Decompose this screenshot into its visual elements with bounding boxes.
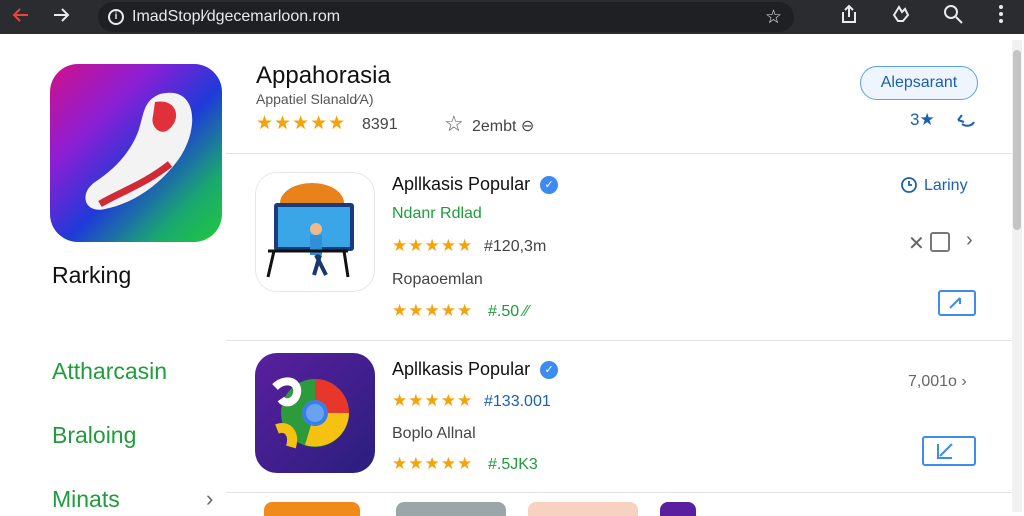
verified-icon: ✓ [540,361,559,379]
wishlist-star-icon[interactable]: ☆ [444,111,464,137]
resize-icon[interactable] [922,436,976,466]
card-stars-secondary: ★★★★★ [392,454,474,473]
info-icon[interactable]: i [108,9,124,25]
card-app-icon[interactable] [660,502,696,516]
sidebar-link-2[interactable]: Minats [52,486,120,513]
card-developer[interactable]: Ndanr Rdlad [392,205,482,223]
rating-badge: 3★ [910,110,935,129]
copy-icon[interactable] [930,232,950,252]
close-icon[interactable]: ✕ [908,231,925,256]
arrow-right-icon [54,8,70,22]
bookmark-star-icon[interactable]: ☆ [765,6,782,29]
divider [226,153,1012,154]
card-title[interactable]: Apllkasis Popular ✓ [392,359,559,380]
card-stars: ★★★★★ [392,236,474,255]
card-app-icon[interactable] [528,502,638,516]
search-icon[interactable] [942,3,968,29]
rating-stars: ★★★★★ [256,113,347,134]
app-title: Appahorasia [256,62,391,89]
card-app-icon[interactable] [396,502,506,516]
browser-toolbar: i ImadStopl⁄dgecemarloon.rom ☆ [0,0,1024,34]
clock-icon [900,176,918,199]
card-title-text[interactable]: Apllkasis Popular [392,174,530,194]
card-price: #.5JK3 [488,456,538,473]
extensions-icon[interactable] [890,3,916,29]
card-category: Boplo Allnal [392,425,476,442]
card-app-icon[interactable] [255,353,375,473]
address-bar[interactable]: i ImadStopl⁄dgecemarloon.rom ☆ [98,2,794,32]
verified-icon: ✓ [540,176,559,194]
card-category: Ropaoemlan [392,271,483,288]
app-icon[interactable] [50,64,222,242]
scroll-thumb[interactable] [1013,50,1021,230]
url-text[interactable]: ImadStopl⁄dgecemarloon.rom [132,8,340,26]
sidebar-link-1[interactable]: Braloing [52,422,136,449]
card-right-count[interactable]: 7,001o › [908,373,967,391]
sidebar-link-0[interactable]: Attharcasin [52,358,167,385]
card-stars-secondary: ★★★★★ [392,301,474,320]
card-count: #133.001 [484,393,551,410]
chevron-right-icon[interactable]: › [966,229,973,252]
divider [226,492,1012,493]
card-price: #.50 ⁄⁄ [488,303,529,320]
card-app-icon[interactable] [255,172,375,292]
card-stars: ★★★★★ [392,391,474,410]
ranking-label: Rarking [52,262,132,288]
menu-icon[interactable] [990,3,1016,29]
card-title[interactable]: Apllkasis Popular ✓ [392,174,559,195]
install-button[interactable]: Alepsarant [860,66,978,100]
card-count: #120,3m [484,238,547,255]
card-app-icon[interactable] [264,502,360,516]
arrow-left-icon [12,8,28,22]
resize-icon[interactable] [938,290,976,316]
scrollbar[interactable] [1012,40,1022,512]
app-subtitle: Appatiel Slanald⁄A) [256,91,374,107]
back-button[interactable] [8,4,34,30]
card-title-text[interactable]: Apllkasis Popular [392,359,530,379]
card-right-link[interactable]: Lariny [924,177,968,195]
wishlist-label[interactable]: 2embt ⊖ [472,116,534,136]
reply-icon[interactable] [952,108,978,132]
share-icon[interactable] [838,3,864,29]
forward-button[interactable] [48,4,74,30]
rating-count: 8391 [362,116,398,133]
chevron-right-icon[interactable]: › [206,486,213,512]
divider [226,340,1012,341]
